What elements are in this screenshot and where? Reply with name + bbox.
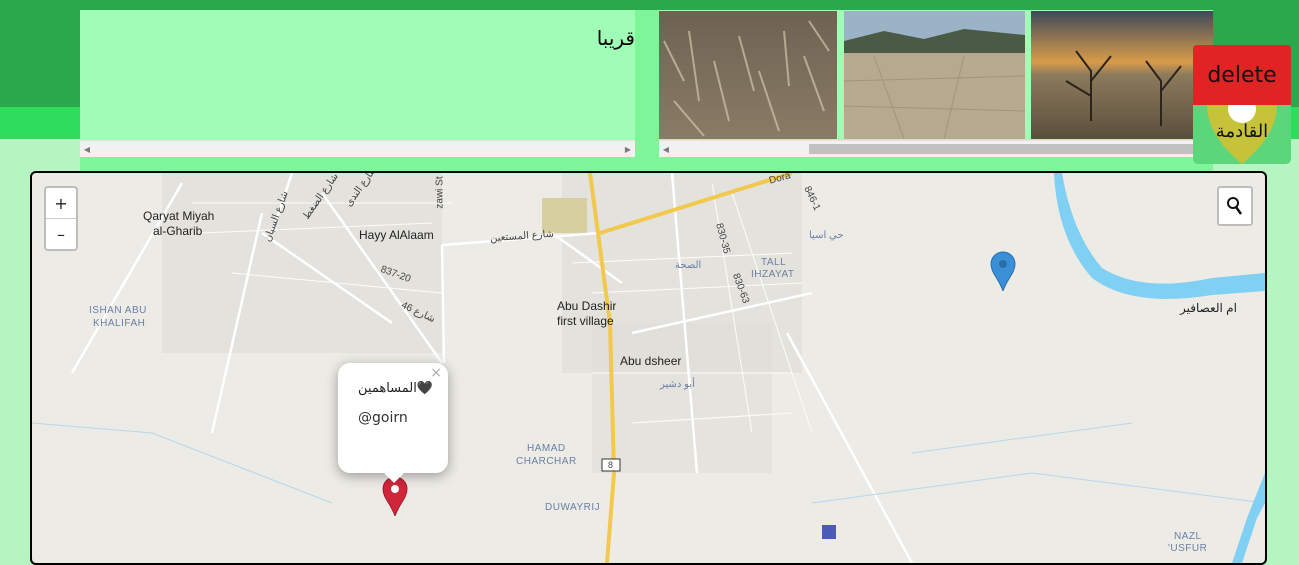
text-box-label: قريبا: [596, 26, 635, 50]
photo-gallery[interactable]: [659, 10, 1213, 140]
map-label-tall: TALL: [761, 257, 787, 268]
road-8: 8: [608, 460, 614, 470]
map-label-qaryat: Qaryat Miyah: [143, 209, 215, 223]
map-label-nazl-2: 'USFUR: [1168, 543, 1208, 554]
search-icon: [1227, 197, 1243, 215]
map-label-safha: الصحة: [675, 260, 702, 271]
map-label-abu-dashir-2: first village: [557, 314, 614, 328]
map-popup: × المساهمين🖤 @goirn: [338, 363, 448, 483]
map-label-nazl: NAZL: [1174, 531, 1202, 542]
scroll-right-arrow[interactable]: ▶: [621, 141, 635, 157]
map-view[interactable]: Qaryat Miyah al-Gharib Hayy AlAlaam Abu …: [30, 171, 1267, 565]
map-tiles: [32, 173, 1265, 563]
zoom-control: + –: [44, 186, 78, 251]
gallery-scroll-thumb[interactable]: [809, 144, 1213, 154]
gallery-scroll-left-arrow[interactable]: ◀: [659, 141, 673, 157]
map-marker-blue-icon[interactable]: [990, 251, 1016, 291]
zoom-in-button[interactable]: +: [46, 188, 76, 219]
map-label-hay-asia: حي اسيا: [809, 230, 844, 241]
popup-close-button[interactable]: ×: [430, 365, 442, 381]
map-label-ishan: ISHAN ABU: [89, 305, 147, 316]
map-label-hamad-2: CHARCHAR: [516, 456, 577, 467]
map-label-abu-dsheer: Abu dsheer: [620, 354, 682, 368]
dead-trees-sunset-photo: [1031, 11, 1213, 139]
map-search-button[interactable]: [1217, 186, 1253, 226]
dry-lake-bed-photo: [844, 11, 1025, 139]
coming-tab[interactable]: القادمة: [1193, 105, 1291, 164]
map-label-abu-dashir: Abu Dashir: [557, 299, 617, 313]
gallery-scrollbar[interactable]: ◀: [659, 140, 1213, 157]
zoom-out-button[interactable]: –: [46, 219, 76, 249]
text-box[interactable]: قريبا: [80, 10, 635, 140]
coming-label: القادمة: [1215, 121, 1269, 142]
map-label-abu-dsheer-ar: أبو دشير: [660, 379, 695, 390]
map-label-hayy: Hayy AlAlaam: [359, 228, 434, 242]
text-box-scrollbar[interactable]: ◀ ▶: [80, 140, 635, 157]
scroll-left-arrow[interactable]: ◀: [80, 141, 94, 157]
popup-title: المساهمين🖤: [358, 381, 434, 396]
road-zawi: zawi St: [434, 176, 446, 209]
popup-handle: @goirn: [358, 410, 408, 426]
map-label-duwayrij: DUWAYRIJ: [545, 502, 601, 513]
map-label-hamad: HAMAD: [527, 443, 566, 454]
map-label-qaryat-2: al-Gharib: [153, 224, 203, 238]
delete-button[interactable]: delete: [1193, 45, 1291, 105]
map-label-umm: ام العصافير: [1180, 301, 1237, 315]
map-label-tall-2: IHZAYAT: [751, 269, 795, 280]
map-label-ishan-2: KHALIFAH: [93, 318, 146, 329]
dry-cracked-field-photo: [659, 11, 837, 139]
